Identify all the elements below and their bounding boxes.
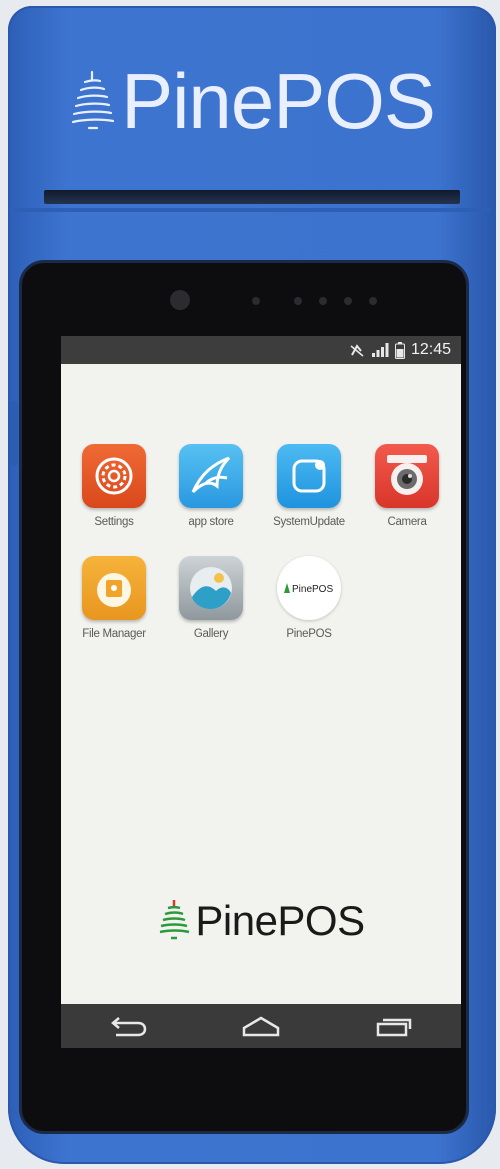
system-update-icon (277, 444, 341, 508)
app-system-update[interactable]: SystemUpdate (260, 444, 358, 528)
back-icon (110, 1017, 146, 1037)
app-label: SystemUpdate (273, 516, 345, 528)
home-button[interactable] (231, 1004, 291, 1048)
home-icon (242, 1016, 280, 1037)
pine-tree-icon (160, 900, 190, 940)
settings-icon (82, 444, 146, 508)
back-button[interactable] (98, 1004, 158, 1048)
sensor-dot (344, 297, 352, 305)
app-store-icon (179, 444, 243, 508)
app-label: Gallery (193, 628, 229, 640)
printer-edge (14, 208, 490, 212)
pine-tree-icon (71, 70, 115, 130)
app-label: Camera (387, 516, 427, 528)
app-gallery[interactable]: Gallery (162, 556, 260, 640)
home-screen: 12:45 Settings app store SystemUpdate Ca… (61, 336, 461, 1048)
gallery-icon (179, 556, 243, 620)
no-sound-icon (350, 344, 364, 357)
battery-icon (394, 341, 405, 359)
app-app-store[interactable]: app store (162, 444, 260, 528)
app-settings[interactable]: Settings (65, 444, 163, 528)
app-label: app store (188, 516, 234, 528)
camera-icon (375, 444, 439, 508)
app-label: File Manager (82, 628, 146, 640)
wallpaper-brand-text: PinePOS (195, 897, 365, 944)
wallpaper-brand-logo: PinePOS (61, 891, 461, 951)
app-camera[interactable]: Camera (358, 444, 456, 528)
front-camera-icon (170, 290, 190, 310)
pinepos-app-logo-text: PinePOS (292, 584, 333, 595)
signal-icon (371, 343, 389, 357)
folder-icon (82, 556, 146, 620)
sensor-dot (369, 297, 377, 305)
navigation-bar (61, 1004, 461, 1048)
status-time: 12:45 (410, 341, 451, 358)
status-bar: 12:45 (61, 336, 461, 364)
device-brand-text: PinePOS (121, 56, 436, 145)
app-file-manager[interactable]: File Manager (65, 556, 163, 640)
receipt-printer-slot (44, 190, 460, 204)
app-pinepos[interactable]: PinePOS PinePOS (260, 556, 358, 640)
recent-apps-button[interactable] (364, 1004, 424, 1048)
sensor-dot (252, 297, 260, 305)
sensor-dot (319, 297, 327, 305)
sensor-dot (294, 297, 302, 305)
recent-apps-icon (377, 1018, 412, 1037)
pinepos-app-icon: PinePOS (277, 556, 341, 620)
side-button[interactable] (10, 401, 18, 466)
device-brand-logo: PinePOS (8, 56, 496, 146)
app-label: Settings (94, 516, 134, 528)
app-label: PinePOS (286, 628, 332, 640)
